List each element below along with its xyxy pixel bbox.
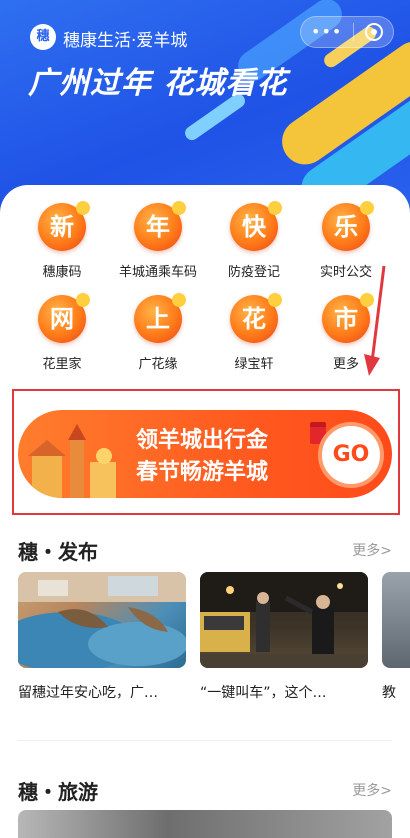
banner-title: 领羊城出行金 bbox=[136, 428, 269, 453]
close-program-icon[interactable] bbox=[365, 23, 383, 41]
festive-badge-icon: 新 bbox=[38, 201, 90, 251]
festive-badge-icon: 乐 bbox=[322, 201, 374, 251]
city-landmark-icon bbox=[28, 424, 116, 498]
festive-badge-icon: 网 bbox=[38, 293, 90, 343]
festive-badge-icon: 快 bbox=[230, 201, 282, 251]
news-thumbnail bbox=[382, 572, 410, 668]
service-tile-suikang-code[interactable]: 新 穗康码 bbox=[12, 201, 112, 280]
news-caption: 留穗过年安心吃，广… bbox=[18, 685, 158, 701]
more-link[interactable]: 更多> bbox=[352, 540, 392, 560]
news-caption: “一键叫车”，这个… bbox=[200, 685, 327, 701]
service-label: 花里家 bbox=[42, 357, 82, 372]
service-tile-huali-home[interactable]: 网 花里家 bbox=[12, 293, 112, 372]
street-taxi-image bbox=[200, 572, 368, 668]
section-divider bbox=[18, 740, 392, 741]
service-label: 羊城通乘车码 bbox=[118, 265, 197, 280]
festive-badge-icon: 年 bbox=[134, 201, 186, 251]
news-card[interactable]: 留穗过年安心吃，广… bbox=[18, 572, 186, 702]
capsule-divider bbox=[353, 23, 355, 41]
service-label: 穗康码 bbox=[42, 265, 82, 280]
section-header-tour: 穗・旅游 更多> bbox=[18, 776, 392, 804]
festive-badge-icon: 上 bbox=[134, 293, 186, 343]
news-thumbnail bbox=[18, 572, 186, 668]
page-headline: 广州过年 花城看花 bbox=[28, 66, 288, 101]
go-button[interactable]: GO bbox=[318, 422, 384, 488]
section-title: 穗・旅游 bbox=[18, 780, 98, 804]
more-link[interactable]: 更多> bbox=[352, 780, 392, 800]
news-thumbnail bbox=[200, 572, 368, 668]
banner-subtitle: 春节畅游羊城 bbox=[136, 460, 269, 485]
news-caption: 教 bbox=[382, 685, 396, 701]
mini-program-capsule: ••• bbox=[300, 16, 394, 48]
service-label: 防疫登记 bbox=[227, 265, 280, 280]
travel-fund-banner[interactable]: 领羊城出行金 春节畅游羊城 GO bbox=[18, 410, 392, 498]
service-label: 广花缘 bbox=[138, 357, 178, 372]
news-card[interactable]: “一键叫车”，这个… bbox=[200, 572, 368, 702]
section-header-release: 穗・发布 更多> bbox=[18, 536, 392, 564]
service-tile-guanghua-yuan[interactable]: 上 广花缘 bbox=[108, 293, 208, 372]
service-tile-epidemic-register[interactable]: 快 防疫登记 bbox=[204, 201, 304, 280]
seafood-market-image bbox=[18, 572, 186, 668]
tour-thumbnail[interactable] bbox=[18, 810, 392, 838]
service-tile-lvbao-xuan[interactable]: 花 绿宝轩 bbox=[204, 293, 304, 372]
more-menu-icon[interactable]: ••• bbox=[311, 24, 342, 40]
service-label: 绿宝轩 bbox=[234, 357, 274, 372]
news-card[interactable]: 教 bbox=[382, 572, 410, 702]
app-logo-icon: 穗 bbox=[30, 24, 56, 50]
service-tile-transit-code[interactable]: 年 羊城通乘车码 bbox=[108, 201, 208, 280]
annotation-arrow-icon bbox=[364, 265, 386, 376]
festive-badge-icon: 花 bbox=[230, 293, 282, 343]
app-name: 穗康生活·爱羊城 bbox=[63, 31, 188, 51]
section-title: 穗・发布 bbox=[18, 540, 98, 564]
